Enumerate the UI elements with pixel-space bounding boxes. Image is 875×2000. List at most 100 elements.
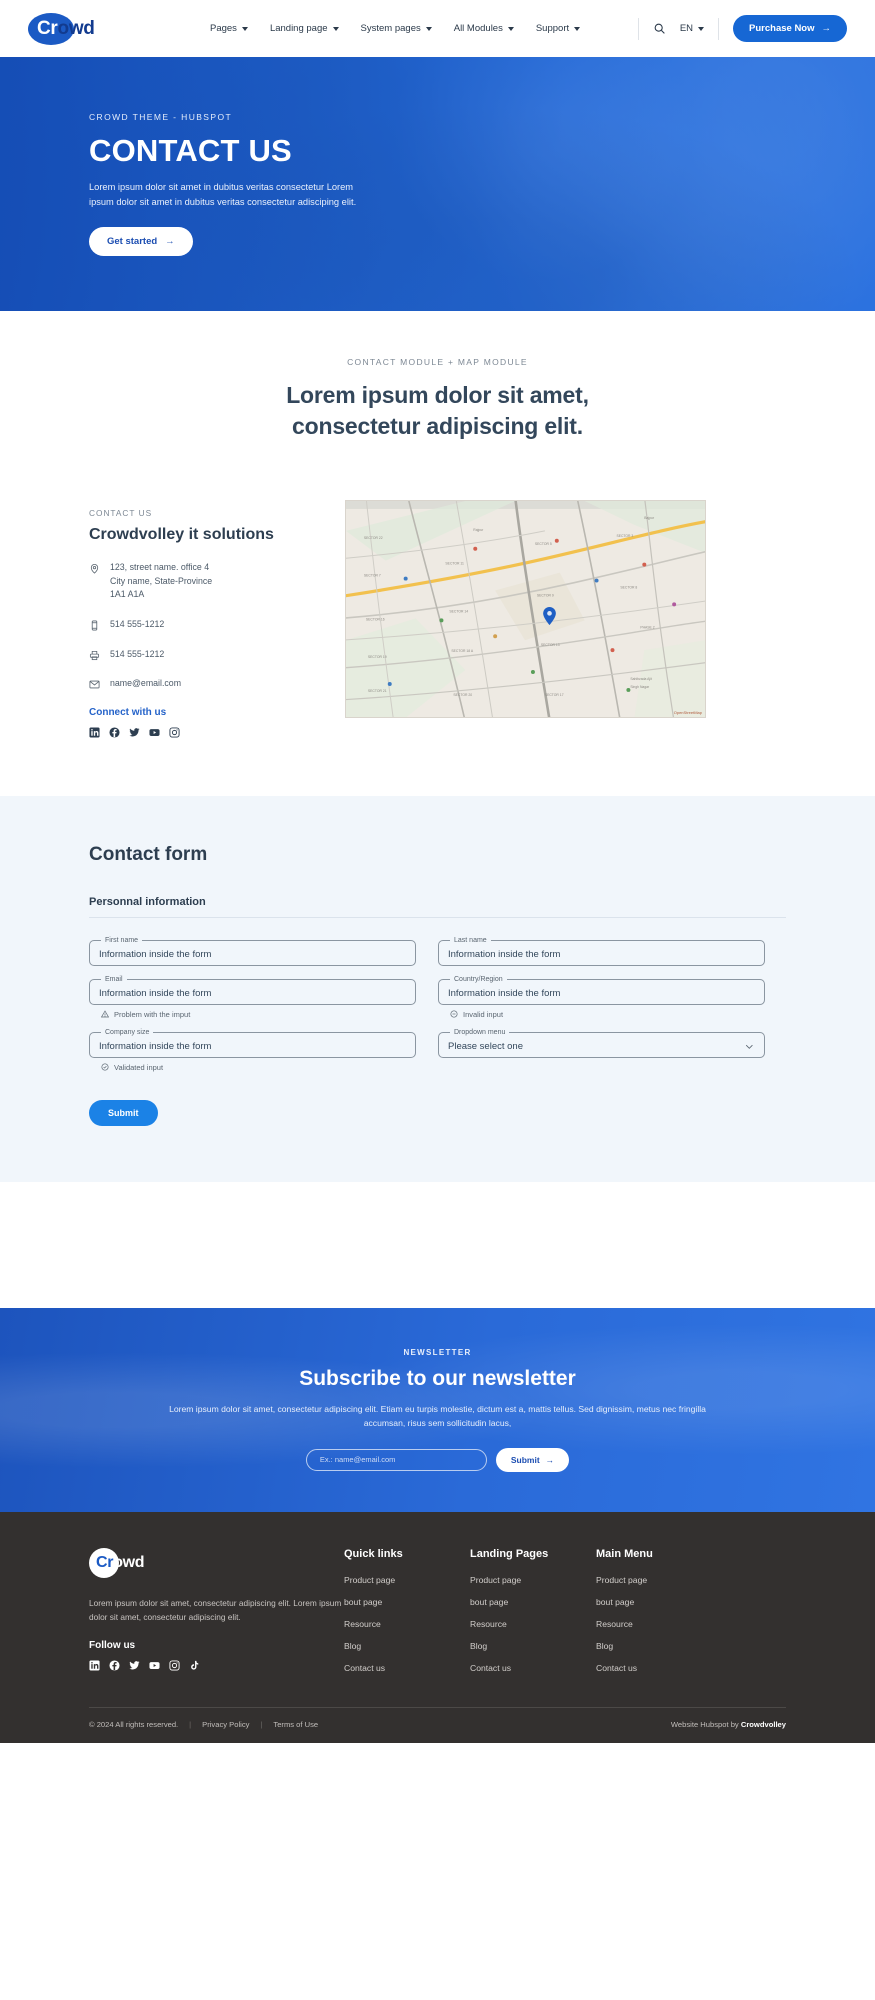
footer-link-contact-us[interactable]: Contact us	[596, 1663, 722, 1673]
map-marker-icon	[543, 607, 556, 626]
field-first-name: First name Information inside the form	[89, 936, 416, 966]
nav-item-support[interactable]: Support	[536, 23, 581, 34]
last-name-input[interactable]: Information inside the form	[448, 949, 755, 960]
footer-link-blog[interactable]: Blog	[596, 1641, 722, 1651]
first-name-fieldset[interactable]: First name Information inside the form	[89, 936, 416, 966]
svg-text:SECTOR 11: SECTOR 11	[445, 562, 464, 566]
svg-text:SECTOR 21: SECTOR 21	[368, 689, 387, 693]
site-footer: Crowd Lorem ipsum dolor sit amet, consec…	[0, 1511, 875, 1743]
terms-of-use-link[interactable]: Terms of Use	[273, 1720, 318, 1729]
phone-line[interactable]: 514 555-1212	[89, 618, 327, 632]
email-text: name@email.com	[110, 678, 182, 689]
location-map[interactable]: SECTOR 22 SECTOR 7 SECTOR 16 SECTOR 19 SEC…	[345, 500, 706, 719]
company-size-input[interactable]: Information inside the form	[99, 1041, 406, 1052]
chevron-down-icon	[507, 27, 514, 31]
facebook-icon[interactable]	[109, 1660, 120, 1671]
email-input[interactable]: Information inside the form	[99, 988, 406, 999]
footer-link-product-page[interactable]: Product page	[470, 1575, 596, 1585]
instagram-icon[interactable]	[169, 1660, 180, 1671]
nav-item-all-modules[interactable]: All Modules	[454, 23, 514, 34]
nav-label: All Modules	[453, 23, 503, 34]
footer-logo[interactable]: Crowd	[89, 1547, 199, 1582]
form-title: Contact form	[89, 843, 208, 865]
field-last-name: Last name Information inside the form	[438, 936, 765, 966]
newsletter-email-input[interactable]	[305, 1448, 487, 1471]
language-label: EN	[679, 23, 694, 34]
country-region-fieldset[interactable]: Country/Region Information inside the fo…	[438, 975, 765, 1005]
twitter-icon[interactable]	[129, 1660, 140, 1671]
address-line-2: City name, State-Province	[110, 575, 213, 586]
privacy-policy-link[interactable]: Privacy Policy	[202, 1720, 249, 1729]
footer-link-resource[interactable]: Resource	[470, 1619, 596, 1629]
connect-with-us-label[interactable]: Connect with us	[89, 707, 327, 718]
hero-banner: CROWD THEME - HUBSPOT CONTACT US Lorem i…	[0, 57, 875, 311]
logo-text-second: owd	[57, 17, 95, 39]
email-fieldset[interactable]: Email Information inside the form	[89, 975, 416, 1005]
country-region-input[interactable]: Information inside the form	[448, 988, 755, 999]
purchase-now-button[interactable]: Purchase Now →	[733, 15, 847, 42]
first-name-input[interactable]: Information inside the form	[99, 949, 406, 960]
legal-separator-2: |	[260, 1719, 263, 1729]
address-line-3: 1A1 A1A	[110, 589, 145, 600]
footer-link-blog[interactable]: Blog	[344, 1641, 470, 1651]
instagram-icon[interactable]	[169, 727, 180, 738]
footer-link-about-page[interactable]: bout page	[596, 1597, 722, 1607]
footer-link-product-page[interactable]: Product page	[344, 1575, 470, 1585]
footer-link-blog[interactable]: Blog	[470, 1641, 596, 1651]
footer-link-resource[interactable]: Resource	[344, 1619, 470, 1629]
address-line-1: 123, street name. office 4	[110, 562, 210, 573]
map-attribution: OpenStreetMap	[673, 710, 702, 716]
footer-logo-second: owd	[113, 1553, 145, 1571]
linkedin-icon[interactable]	[89, 1660, 100, 1671]
footer-link-about-page[interactable]: bout page	[344, 1597, 470, 1607]
footer-logo-first: Cr	[96, 1553, 114, 1571]
linkedin-icon[interactable]	[89, 727, 100, 738]
get-started-button[interactable]: Get started →	[89, 226, 193, 256]
form-submit-button[interactable]: Submit	[89, 1099, 158, 1126]
chevron-down-icon	[241, 27, 248, 31]
email-line[interactable]: name@email.com	[89, 677, 327, 691]
chevron-down-icon[interactable]	[744, 1041, 755, 1052]
facebook-icon[interactable]	[109, 727, 120, 738]
youtube-icon[interactable]	[149, 1660, 160, 1671]
chevron-down-icon	[425, 27, 432, 31]
dropdown-menu-select[interactable]: Please select one	[448, 1041, 744, 1052]
svg-text:Bajpur: Bajpur	[644, 516, 655, 520]
svg-text:SECTOR 8: SECTOR 8	[620, 586, 637, 590]
section-kicker: CONTACT MODULE + MAP MODULE	[347, 357, 528, 367]
footer-link-product-page[interactable]: Product page	[596, 1575, 722, 1585]
footer-link-resource[interactable]: Resource	[596, 1619, 722, 1629]
hero-subtitle: Lorem ipsum dolor sit amet in dubitus ve…	[89, 182, 357, 207]
purchase-label: Purchase Now	[749, 23, 815, 34]
language-selector[interactable]: EN	[679, 23, 705, 34]
company-size-fieldset[interactable]: Company size Information inside the form	[89, 1028, 416, 1058]
field-company-size: Company size Information inside the form…	[89, 1028, 416, 1072]
svg-text:Singh Nagar: Singh Nagar	[630, 685, 650, 689]
footer-link-about-page[interactable]: bout page	[470, 1597, 596, 1607]
footer-link-contact-us[interactable]: Contact us	[470, 1663, 596, 1673]
tiktok-icon[interactable]	[189, 1660, 200, 1671]
dropdown-menu-fieldset[interactable]: Dropdown menu Please select one	[438, 1028, 765, 1058]
contact-info-column: CONTACT US Crowdvolley it solutions 123,…	[89, 500, 327, 738]
nav-item-pages[interactable]: Pages	[210, 23, 248, 34]
svg-text:SECTOR 5: SECTOR 5	[535, 542, 552, 546]
footer-link-contact-us[interactable]: Contact us	[344, 1663, 470, 1673]
svg-text:SECTOR 22: SECTOR 22	[364, 536, 383, 540]
newsletter-submit-button[interactable]: Submit →	[495, 1447, 570, 1472]
nav-item-system-pages[interactable]: System pages	[361, 23, 432, 34]
field-dropdown-menu: Dropdown menu Please select one	[438, 1028, 765, 1072]
youtube-icon[interactable]	[149, 727, 160, 738]
location-pin-icon	[90, 564, 99, 574]
site-logo[interactable]: Crowd	[28, 9, 148, 49]
nav-item-landing-page[interactable]: Landing page	[270, 23, 339, 34]
company-size-label: Company size	[105, 1028, 150, 1036]
search-icon[interactable]	[653, 22, 666, 35]
chevron-down-icon	[574, 27, 581, 31]
last-name-fieldset[interactable]: Last name Information inside the form	[438, 936, 765, 966]
footer-column-main-menu: Main Menu Product page bout page Resourc…	[596, 1548, 722, 1685]
printer-icon	[89, 650, 100, 660]
newsletter-content: NEWSLETTER Subscribe to our newsletter L…	[158, 1348, 718, 1472]
hero-title: CONTACT US	[89, 133, 292, 169]
section-title: Lorem ipsum dolor sit amet, consectetur …	[0, 380, 875, 442]
twitter-icon[interactable]	[129, 727, 140, 738]
